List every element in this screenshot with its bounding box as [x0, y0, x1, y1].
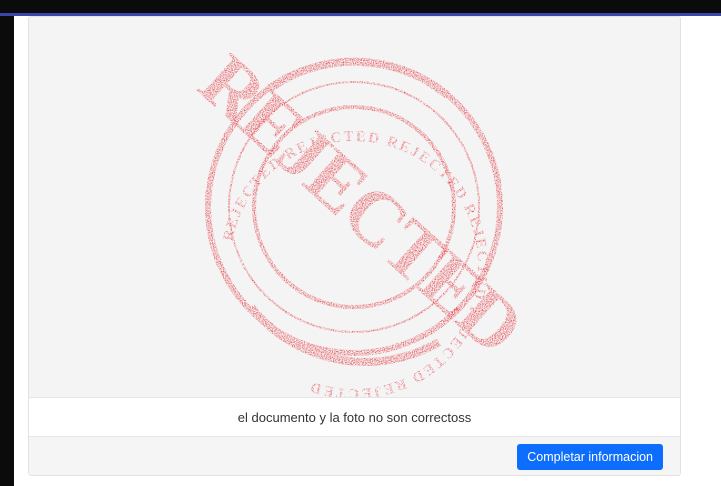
document-image: REJECTED REJECTED REJECTED REJECTED REJE…: [29, 17, 680, 397]
top-bar: [0, 0, 721, 16]
page-bottom-edge: [14, 478, 721, 486]
card-footer: Completar informacion: [29, 437, 680, 475]
status-message-bar: el documento y la foto no son correctoss: [29, 397, 680, 437]
rejected-stamp-image: REJECTED REJECTED REJECTED REJECTED REJE…: [184, 37, 540, 397]
document-card: REJECTED REJECTED REJECTED REJECTED REJE…: [28, 16, 681, 476]
complete-information-button[interactable]: Completar informacion: [517, 444, 663, 470]
status-message-text: el documento y la foto no son correctoss: [237, 409, 472, 425]
